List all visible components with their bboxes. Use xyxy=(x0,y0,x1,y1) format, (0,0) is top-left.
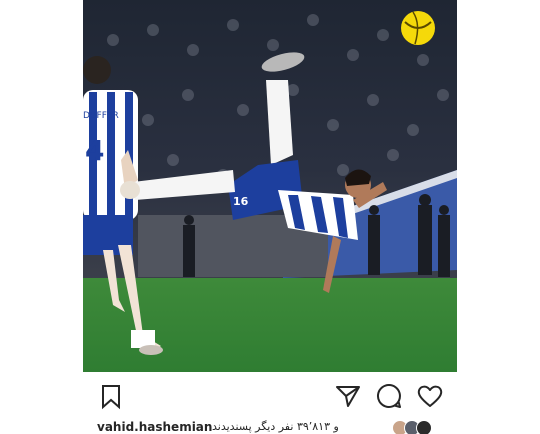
heart-icon xyxy=(417,385,443,407)
comment-button[interactable] xyxy=(375,382,403,410)
likes-summary: vahid.hashemian و ۳۹٬۸۱۳ نفر دیگر پسندید… xyxy=(83,420,457,434)
liker-username[interactable]: vahid.hashemian xyxy=(97,420,212,434)
post-photo[interactable]: 4 DUFFER 16 xyxy=(83,0,457,372)
comment-icon xyxy=(377,383,401,408)
send-icon xyxy=(336,386,360,407)
svg-text:4: 4 xyxy=(85,134,104,167)
bookmark-icon xyxy=(102,385,120,410)
post-action-bar xyxy=(83,378,457,414)
svg-text:16: 16 xyxy=(233,195,249,208)
svg-text:DUFFER: DUFFER xyxy=(83,111,119,121)
liker-avatars[interactable] xyxy=(386,420,438,434)
share-button[interactable] xyxy=(334,382,362,410)
save-button[interactable] xyxy=(97,382,125,410)
likes-count-text[interactable]: و ۳۹٬۸۱۳ نفر دیگر پسندیدند xyxy=(212,420,339,433)
like-button[interactable] xyxy=(416,382,444,410)
bicycle-kick-image: 4 DUFFER 16 xyxy=(83,0,457,372)
avatar xyxy=(416,420,432,434)
